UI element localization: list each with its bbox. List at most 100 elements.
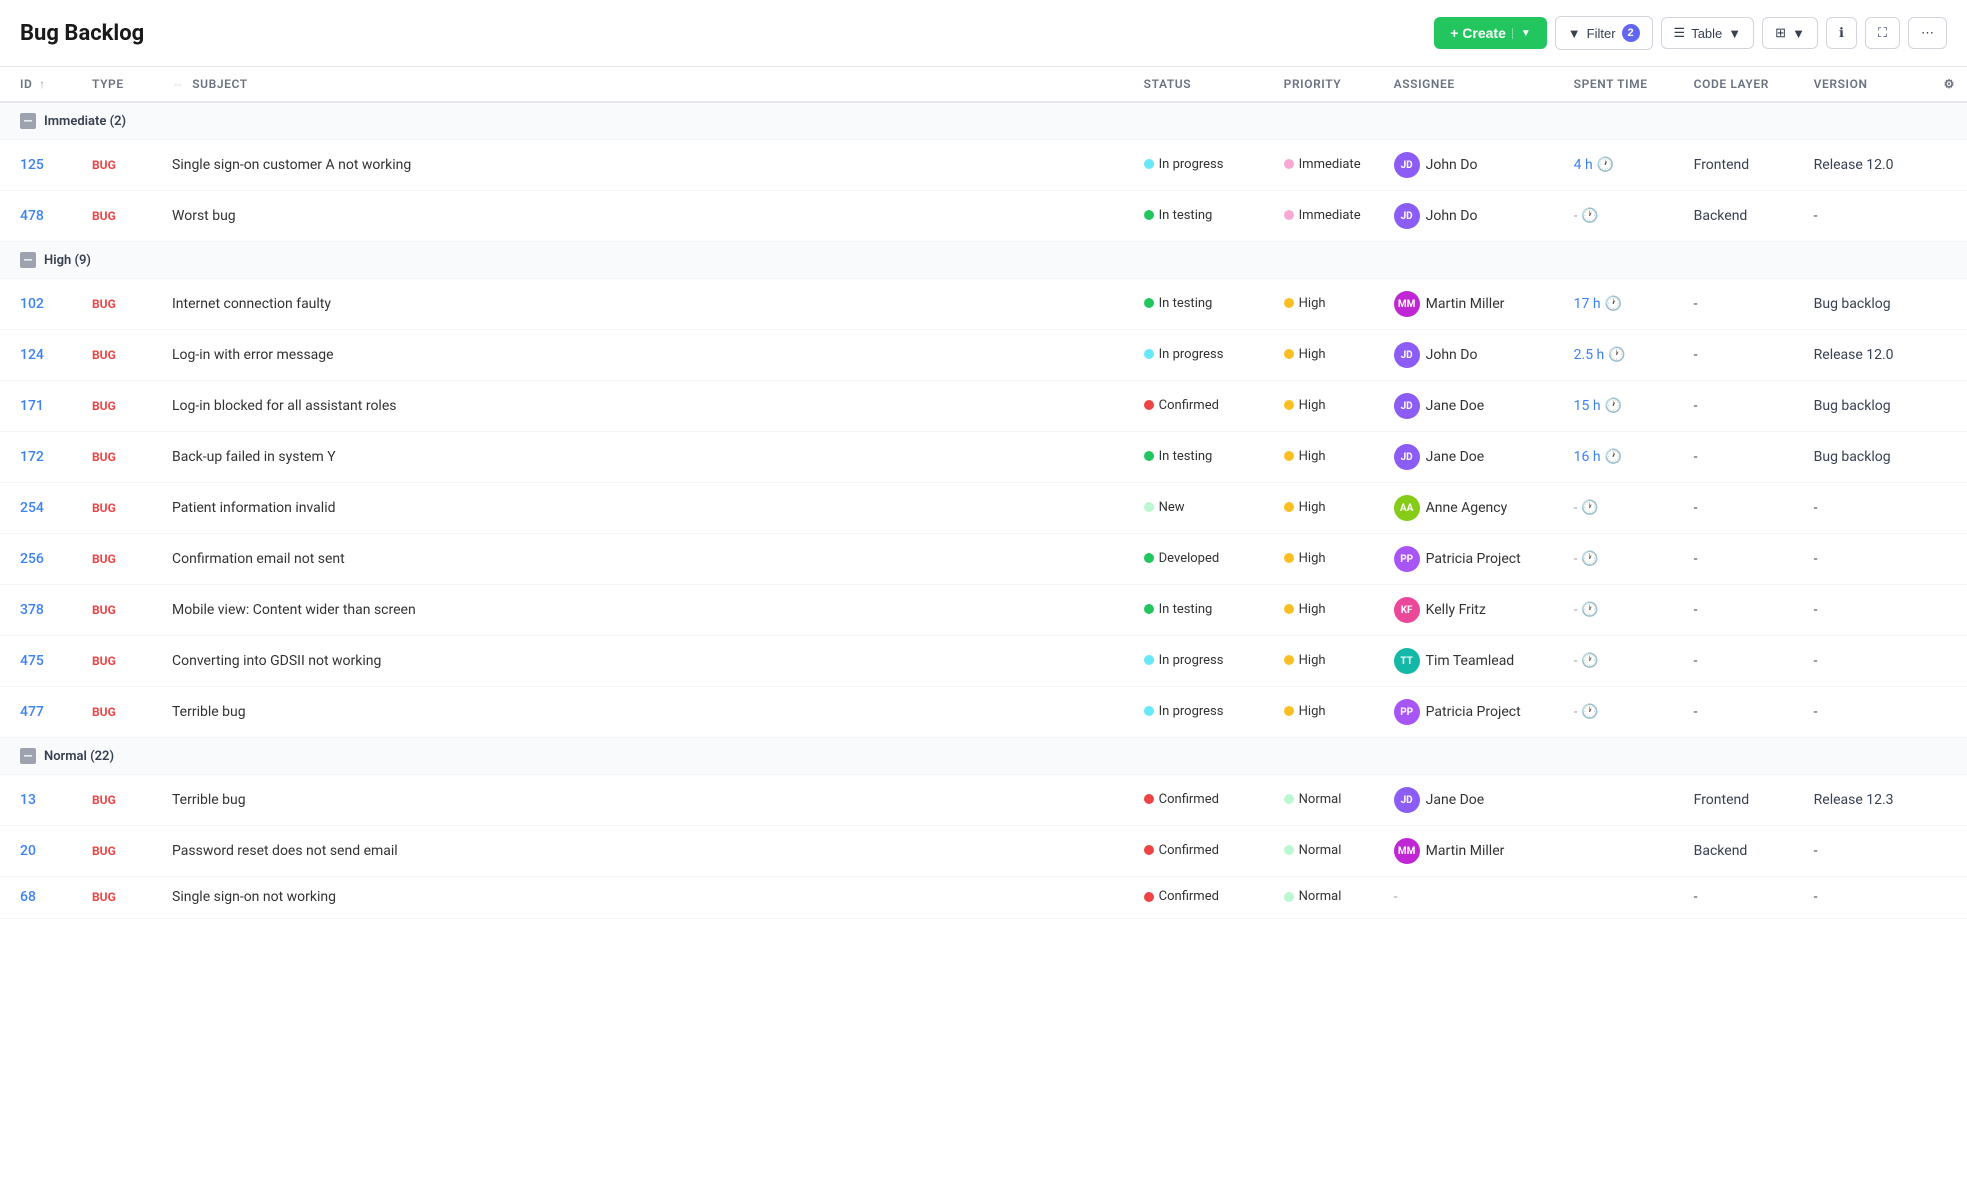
code-layer-text: Backend (1694, 208, 1748, 224)
col-header-assignee[interactable]: ASSIGNEE (1382, 67, 1562, 102)
collapse-icon: — (20, 748, 36, 764)
id-link[interactable]: 254 (20, 500, 44, 516)
col-header-settings[interactable]: ⚙ (1932, 67, 1967, 102)
filter-button[interactable]: ▼ Filter 2 (1555, 16, 1653, 50)
status-text: In progress (1159, 347, 1224, 362)
cell-subject: Mobile view: Content wider than screen (160, 585, 1132, 636)
info-icon: ℹ (1839, 25, 1844, 41)
cell-actions (1932, 636, 1967, 687)
version-text: - (1814, 602, 1818, 618)
subject-text: Terrible bug (172, 792, 246, 808)
id-link[interactable]: 475 (20, 653, 44, 669)
cell-priority: Immediate (1272, 140, 1382, 191)
group-toggle[interactable]: — Immediate (2) (20, 113, 126, 129)
cell-id: 13 (0, 775, 80, 826)
cell-actions (1932, 775, 1967, 826)
columns-arrow-icon: ▼ (1792, 26, 1805, 41)
cell-code-layer: Backend (1682, 826, 1802, 877)
group-toggle[interactable]: — High (9) (20, 252, 91, 268)
group-header-cell: — Normal (22) (0, 738, 1967, 775)
id-link[interactable]: 13 (20, 792, 36, 808)
priority-badge: Immediate (1284, 208, 1361, 223)
cell-code-layer: - (1682, 279, 1802, 330)
code-layer-text: - (1694, 347, 1698, 363)
version-text: - (1814, 704, 1818, 720)
col-header-type[interactable]: TYPE (80, 67, 160, 102)
info-button[interactable]: ℹ (1826, 17, 1857, 49)
table-row: 125 BUG Single sign-on customer A not wo… (0, 140, 1967, 191)
cell-subject: Confirmation email not sent (160, 534, 1132, 585)
spent-time-dash: - (1574, 551, 1578, 567)
col-header-subject[interactable]: ⇔ SUBJECT (160, 67, 1132, 102)
type-badge: BUG (92, 552, 116, 566)
cell-id: 478 (0, 191, 80, 242)
group-header-row[interactable]: — Immediate (2) (0, 102, 1967, 140)
id-link[interactable]: 378 (20, 602, 44, 618)
cell-spent-time: - 🕐 (1562, 483, 1682, 534)
version-text: - (1814, 551, 1818, 567)
table-arrow-icon: ▼ (1728, 26, 1741, 41)
col-header-id[interactable]: ID ↑ (0, 67, 80, 102)
priority-badge: High (1284, 398, 1326, 413)
priority-text: High (1299, 347, 1326, 362)
assignee-name: John Do (1426, 157, 1478, 173)
version-text: - (1814, 653, 1818, 669)
table-row: 172 BUG Back-up failed in system Y In te… (0, 432, 1967, 483)
assignee-cell: TT Tim Teamlead (1394, 648, 1515, 674)
id-link[interactable]: 477 (20, 704, 44, 720)
status-text: In testing (1159, 208, 1213, 223)
cell-version: - (1802, 877, 1932, 919)
col-header-spent-time[interactable]: SPENT TIME (1562, 67, 1682, 102)
cell-type: BUG (80, 483, 160, 534)
spent-time-dash: - (1574, 602, 1578, 618)
create-button[interactable]: + Create ▼ (1434, 17, 1547, 49)
assignee-cell: PP Patricia Project (1394, 546, 1521, 572)
col-header-status[interactable]: STATUS (1132, 67, 1272, 102)
group-toggle[interactable]: — Normal (22) (20, 748, 114, 764)
id-link[interactable]: 172 (20, 449, 44, 465)
id-link[interactable]: 256 (20, 551, 44, 567)
priority-dot (1284, 349, 1294, 359)
id-link[interactable]: 478 (20, 208, 44, 224)
cell-type: BUG (80, 432, 160, 483)
cell-code-layer: - (1682, 330, 1802, 381)
id-link[interactable]: 102 (20, 296, 44, 312)
assignee-name: Tim Teamlead (1426, 653, 1515, 669)
id-link[interactable]: 125 (20, 157, 44, 173)
priority-dot (1284, 845, 1294, 855)
subject-text: Single sign-on not working (172, 889, 336, 905)
group-header-row[interactable]: — High (9) (0, 242, 1967, 279)
more-options-button[interactable]: ⋯ (1908, 17, 1947, 49)
priority-badge: High (1284, 551, 1326, 566)
group-header-row[interactable]: — Normal (22) (0, 738, 1967, 775)
priority-text: High (1299, 449, 1326, 464)
fullscreen-button[interactable]: ⛶ (1865, 17, 1900, 49)
cell-id: 475 (0, 636, 80, 687)
cell-status: In testing (1132, 279, 1272, 330)
table-view-button[interactable]: ☰ Table ▼ (1661, 17, 1755, 49)
status-text: Confirmed (1159, 398, 1219, 413)
subject-text: Single sign-on customer A not working (172, 157, 411, 173)
columns-button[interactable]: ⊞ ▼ (1762, 17, 1818, 49)
cell-type: BUG (80, 826, 160, 877)
col-header-version[interactable]: VERSION (1802, 67, 1932, 102)
code-layer-text: Frontend (1694, 792, 1750, 808)
version-text: Release 12.0 (1814, 347, 1894, 363)
clock-icon: 🕐 (1581, 208, 1598, 224)
table-header-row: ID ↑ TYPE ⇔ SUBJECT STATUS PRIORITY ASSI… (0, 67, 1967, 102)
cell-status: In progress (1132, 636, 1272, 687)
cell-actions (1932, 877, 1967, 919)
cell-version: - (1802, 534, 1932, 585)
cell-version: - (1802, 483, 1932, 534)
id-link[interactable]: 124 (20, 347, 44, 363)
id-link[interactable]: 68 (20, 889, 36, 905)
col-header-code-layer[interactable]: CODE LAYER (1682, 67, 1802, 102)
id-link[interactable]: 171 (20, 398, 44, 414)
id-link[interactable]: 20 (20, 843, 36, 859)
col-header-priority[interactable]: PRIORITY (1272, 67, 1382, 102)
subject-text: Worst bug (172, 208, 236, 224)
fullscreen-icon: ⛶ (1878, 25, 1887, 41)
cell-status: In progress (1132, 330, 1272, 381)
cell-assignee: JD John Do (1382, 330, 1562, 381)
table-icon: ☰ (1674, 25, 1686, 41)
